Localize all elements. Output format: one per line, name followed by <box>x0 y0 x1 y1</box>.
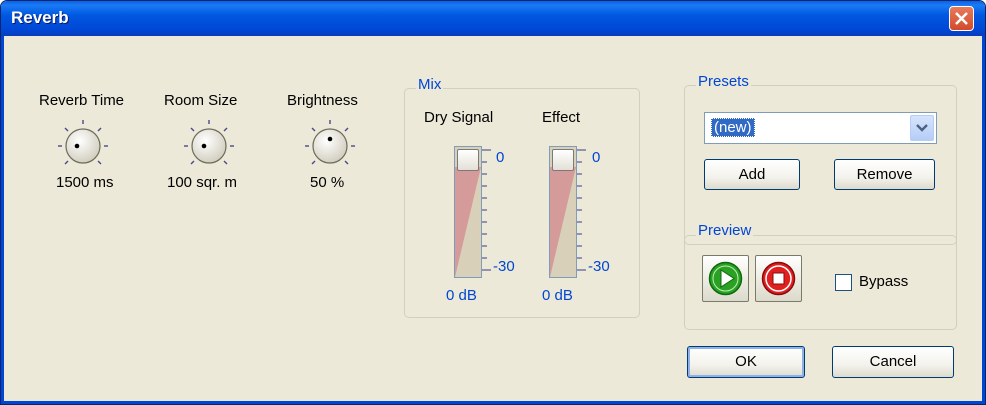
preview-legend: Preview <box>696 222 754 239</box>
dry-signal-value: 0 dB <box>446 287 477 304</box>
remove-button[interactable]: Remove <box>834 159 935 190</box>
presets-selected: (new) <box>711 118 755 137</box>
dry-signal-thumb[interactable] <box>457 149 479 171</box>
window-title: Reverb <box>11 8 69 27</box>
stop-icon <box>761 261 796 296</box>
effect-top-tick: 0 <box>592 149 601 166</box>
close-button[interactable] <box>949 6 974 31</box>
effect-bottom-tick: -30 <box>588 258 610 275</box>
effect-scale-ticks <box>577 149 586 271</box>
bypass-label[interactable]: Bypass <box>859 273 908 290</box>
chevron-down-icon <box>916 124 928 132</box>
dry-bottom-tick: -30 <box>493 258 515 275</box>
bypass-checkbox[interactable] <box>835 274 852 291</box>
reverb-dialog: Reverb Reverb Time 1500 ms Room Size 100… <box>0 0 986 405</box>
presets-legend: Presets <box>696 73 751 90</box>
stop-button[interactable] <box>755 255 802 302</box>
add-button[interactable]: Add <box>704 159 800 190</box>
play-icon <box>708 261 743 296</box>
close-icon <box>955 12 968 25</box>
dry-scale-ticks <box>482 149 491 271</box>
mix-legend: Mix <box>416 76 444 93</box>
dry-top-tick: 0 <box>496 149 505 166</box>
effect-slider[interactable] <box>549 146 577 278</box>
effect-value: 0 dB <box>542 287 573 304</box>
room-size-value: 100 sqr. m <box>167 174 238 191</box>
knob-icon <box>305 120 355 165</box>
reverb-time-knob[interactable] <box>53 116 113 176</box>
dry-signal-label: Dry Signal <box>424 109 494 126</box>
dry-signal-slider[interactable] <box>454 146 482 278</box>
reverb-time-value: 1500 ms <box>56 174 114 191</box>
brightness-label: Brightness <box>287 92 358 109</box>
ok-button[interactable]: OK <box>687 346 805 378</box>
dropdown-button[interactable] <box>910 115 934 141</box>
knob-icon <box>58 120 108 165</box>
room-size-label: Room Size <box>164 92 238 109</box>
reverb-time-label: Reverb Time <box>39 92 125 109</box>
dialog-body: Reverb Time 1500 ms Room Size 100 sqr. m… <box>1 36 985 404</box>
title-bar[interactable]: Reverb <box>1 1 985 36</box>
play-button[interactable] <box>702 255 749 302</box>
effect-thumb[interactable] <box>552 149 574 171</box>
cancel-button[interactable]: Cancel <box>832 346 954 378</box>
presets-dropdown[interactable]: (new) <box>704 112 937 144</box>
brightness-value: 50 % <box>310 174 345 191</box>
brightness-knob[interactable] <box>300 116 360 176</box>
knob-icon <box>184 120 234 165</box>
effect-label: Effect <box>542 109 581 126</box>
room-size-knob[interactable] <box>179 116 239 176</box>
